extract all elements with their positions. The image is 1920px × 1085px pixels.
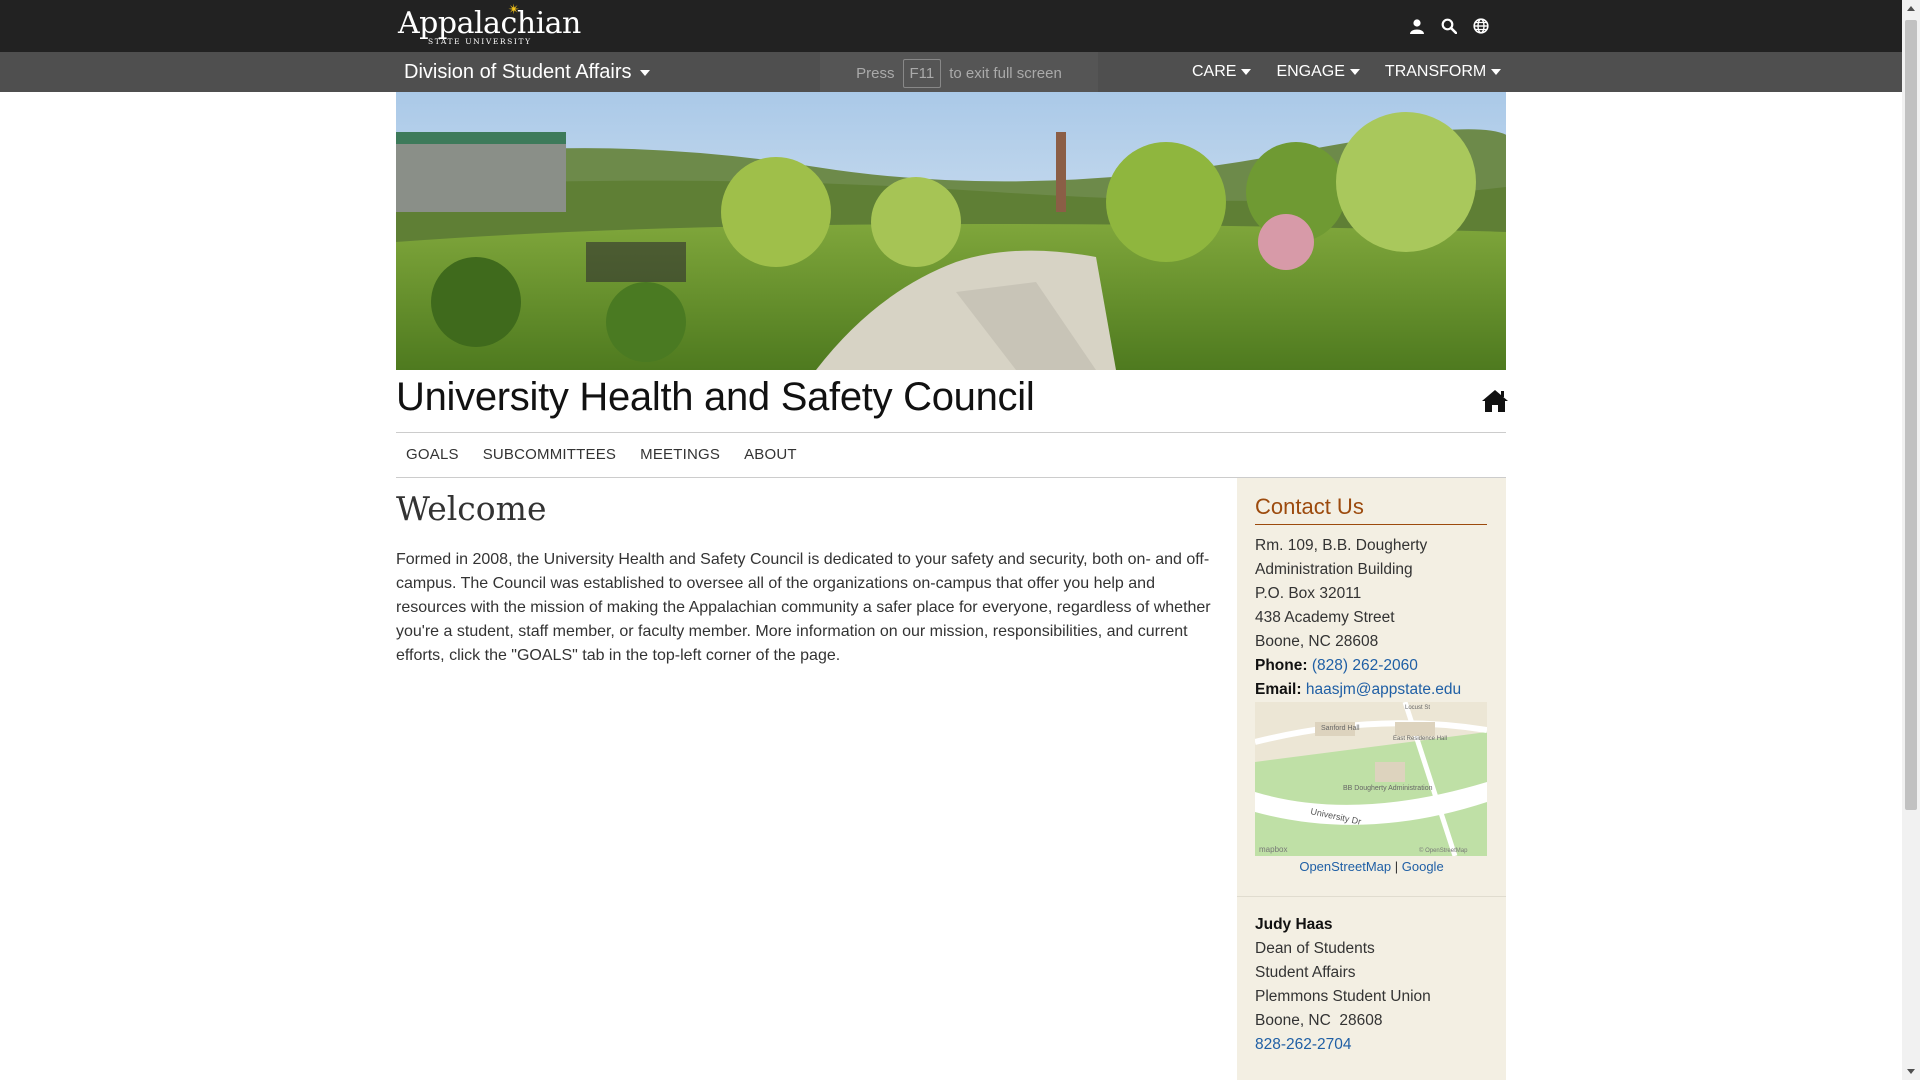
sidebar-divider: [1237, 896, 1506, 897]
section-nav: GOALS SUBCOMMITTEES MEETINGS ABOUT: [396, 446, 811, 463]
nav-transform[interactable]: TRANSFORM: [1384, 63, 1502, 81]
caret-down-icon: [639, 69, 650, 76]
nav-care[interactable]: CARE: [1192, 63, 1252, 81]
location-map[interactable]: Sanford Hall East Residence Hall BB Doug…: [1255, 702, 1487, 856]
fullscreen-toast: Press F11 to exit full screen: [820, 52, 1098, 94]
nav-transform-label: TRANSFORM: [1384, 63, 1487, 80]
scrollbar-thumb[interactable]: [1905, 20, 1917, 810]
logo-wordmark: Appalachian: [398, 6, 581, 41]
scroll-down-arrow-icon[interactable]: [1902, 1062, 1920, 1080]
intro-paragraph: Formed in 2008, the University Health an…: [396, 551, 1211, 664]
toast-message: to exit full screen: [949, 64, 1062, 82]
map-label: Locust St: [1405, 705, 1430, 711]
person-line: Student Affairs: [1255, 964, 1356, 981]
address-line: Boone, NC 28608: [1255, 633, 1379, 650]
person-line: Boone, NC 28608: [1255, 1012, 1383, 1029]
page-scrollbar[interactable]: [1902, 0, 1920, 1080]
map-label: East Residence Hall: [1393, 736, 1447, 742]
email-label: Email:: [1255, 681, 1302, 698]
email-row: Email: haasjm@appstate.edu: [1255, 678, 1495, 702]
contact-address: Rm. 109, B.B. Dougherty Administration B…: [1255, 534, 1495, 702]
nav-engage[interactable]: ENGAGE: [1276, 63, 1360, 81]
toast-key: F11: [902, 58, 942, 88]
address-line: P.O. Box 32011: [1255, 585, 1362, 602]
google-map-link[interactable]: Google: [1402, 859, 1444, 874]
welcome-heading: Welcome: [396, 489, 547, 528]
caret-down-icon: [1241, 69, 1252, 75]
logo-mountain-mark: ✴: [508, 1, 520, 17]
contact-person: Judy Haas Dean of Students Student Affai…: [1255, 913, 1495, 1057]
person-line: Plemmons Student Union: [1255, 988, 1431, 1005]
subnav-about[interactable]: ABOUT: [734, 446, 811, 463]
caret-down-icon: [1491, 69, 1502, 75]
person-line: Dean of Students: [1255, 940, 1375, 957]
division-title: Division of Student Affairs: [404, 61, 632, 83]
map-label: Sanford Hall: [1321, 725, 1360, 732]
openstreetmap-link[interactable]: OpenStreetMap: [1299, 859, 1391, 874]
division-menu-button[interactable]: Division of Student Affairs: [404, 61, 650, 84]
map-link-separator: |: [1394, 859, 1399, 874]
nav-engage-label: ENGAGE: [1276, 63, 1345, 80]
phone-row: Phone: (828) 262-2060: [1255, 654, 1495, 678]
email-link[interactable]: haasjm@appstate.edu: [1306, 681, 1461, 698]
appalachian-logo[interactable]: Appalachian ✴ STATE UNIVERSITY: [398, 1, 581, 48]
division-nav: CARE ENGAGE TRANSFORM: [1192, 63, 1502, 81]
person-name: Judy Haas: [1255, 916, 1333, 933]
contact-heading: Contact Us: [1255, 494, 1487, 525]
utility-icons: [1406, 14, 1492, 38]
contact-sidebar: Contact Us Rm. 109, B.B. Dougherty Admin…: [1237, 478, 1506, 1080]
map-links: OpenStreetMap | Google: [1237, 859, 1506, 874]
map-attribution-left: mapbox: [1259, 845, 1287, 854]
address-line: 438 Academy Street: [1255, 609, 1395, 626]
logo-subtitle: STATE UNIVERSITY: [428, 37, 532, 46]
page-title: University Health and Safety Council: [396, 375, 1035, 419]
user-icon[interactable]: [1406, 14, 1428, 38]
subnav-goals[interactable]: GOALS: [396, 446, 473, 463]
phone-link[interactable]: (828) 262-2060: [1312, 657, 1418, 674]
nav-care-label: CARE: [1192, 63, 1237, 80]
caret-down-icon: [1349, 69, 1360, 75]
subnav-meetings[interactable]: MEETINGS: [630, 446, 734, 463]
address-line: Rm. 109, B.B. Dougherty: [1255, 537, 1428, 554]
address-line: Administration Building: [1255, 561, 1413, 578]
globe-icon[interactable]: [1470, 14, 1492, 38]
subnav-subcommittees[interactable]: SUBCOMMITTEES: [473, 446, 630, 463]
top-bar: Appalachian ✴ STATE UNIVERSITY: [0, 0, 1902, 52]
map-label: BB Dougherty Administration: [1343, 785, 1433, 792]
scroll-up-arrow-icon[interactable]: [1902, 0, 1920, 18]
person-phone-link[interactable]: 828-262-2704: [1255, 1036, 1352, 1053]
toast-press: Press: [856, 64, 895, 82]
home-icon[interactable]: [1481, 388, 1509, 414]
campus-hero-image: [396, 92, 1506, 370]
phone-label: Phone:: [1255, 657, 1308, 674]
map-attribution-right: © OpenStreetMap: [1419, 847, 1468, 854]
search-icon[interactable]: [1438, 14, 1460, 38]
title-divider: [396, 432, 1506, 433]
